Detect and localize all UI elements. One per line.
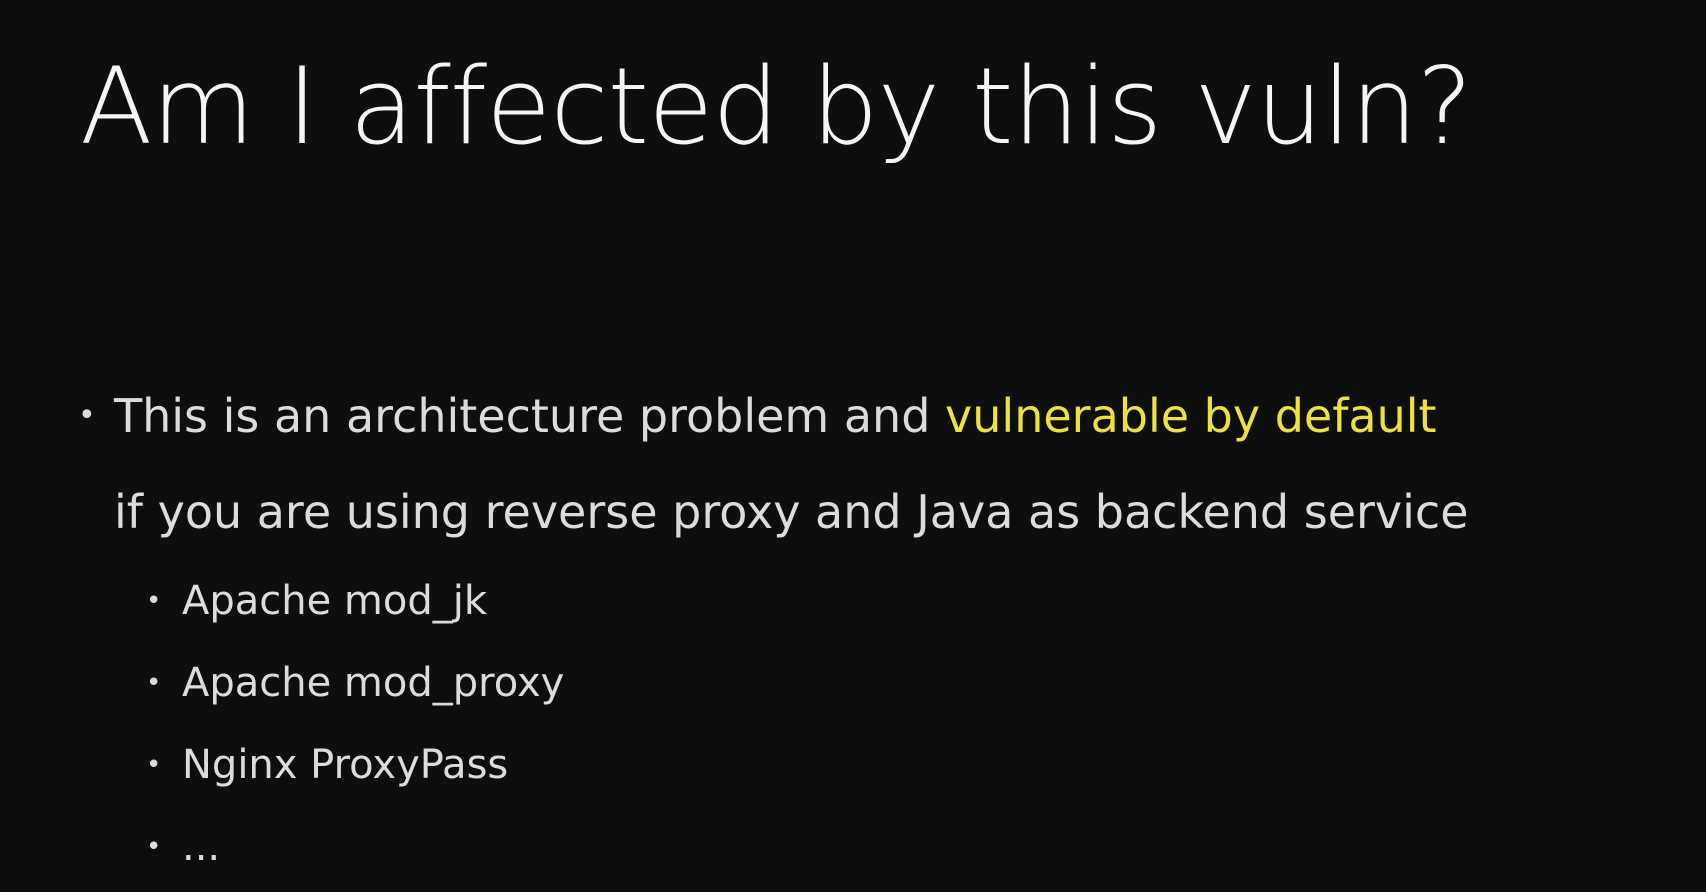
sub-bullet-text: Apache mod_jk (182, 578, 488, 624)
bullet-dot-icon: • (146, 668, 162, 698)
main-bullet-text: This is an architecture problem and (114, 389, 946, 443)
sub-bullet-text: ... (182, 824, 221, 870)
bullet-list: • This is an architecture problem and vu… (76, 368, 1636, 888)
sub-bullet-list: • Apache mod_jk • Apache mod_proxy • Ngi… (146, 560, 1636, 888)
sub-bullet-item: • Apache mod_proxy (146, 642, 1636, 724)
sub-bullet-item: • Apache mod_jk (146, 560, 1636, 642)
slide-title: Am I affected by this vuln? (80, 45, 1473, 168)
main-bullet: • This is an architecture problem and vu… (76, 368, 1636, 560)
sub-bullet-item: • ... (146, 806, 1636, 888)
sub-bullet-item: • Nginx ProxyPass (146, 724, 1636, 806)
bullet-dot-icon: • (146, 586, 162, 616)
bullet-dot-icon: • (146, 750, 162, 780)
slide: Am I affected by this vuln? • This is an… (0, 0, 1706, 892)
highlighted-text: vulnerable by default (945, 389, 1437, 443)
sub-bullet-text: Apache mod_proxy (182, 660, 565, 706)
bullet-dot-icon: • (146, 832, 162, 862)
bullet-dot-icon: • (78, 398, 96, 433)
main-bullet-line-1: This is an architecture problem and vuln… (114, 368, 1636, 464)
sub-bullet-text: Nginx ProxyPass (182, 742, 509, 788)
main-bullet-line-2: if you are using reverse proxy and Java … (114, 485, 1469, 539)
